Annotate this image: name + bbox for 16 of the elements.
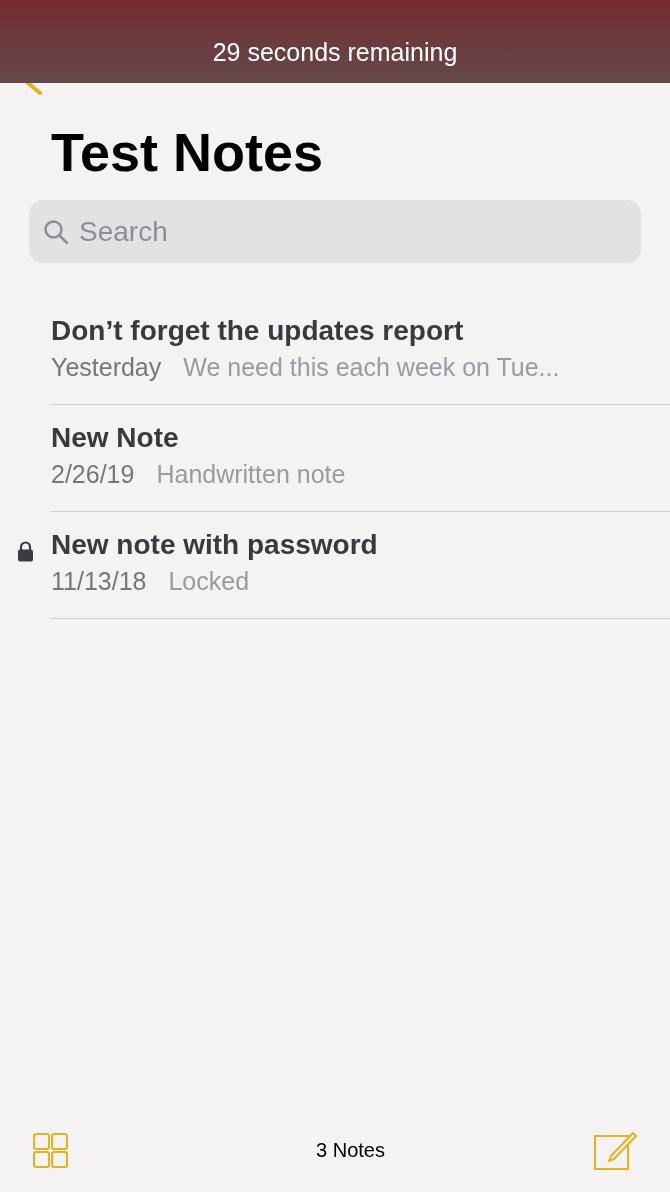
note-title[interactable]: Don’t forget the updates report — [51, 314, 670, 349]
note-date: 11/13/18 — [51, 566, 147, 598]
note-preview: We need this each week on Tue... — [183, 352, 560, 384]
note-date: Yesterday — [51, 352, 162, 384]
note-title[interactable]: New Note — [51, 421, 670, 456]
page-title: Test Notes — [51, 123, 325, 183]
note-preview: Locked — [168, 566, 250, 598]
search-icon — [43, 218, 69, 245]
grid-icon[interactable] — [33, 1132, 68, 1168]
note-date: 2/26/19 — [51, 459, 135, 491]
search-field[interactable]: Search — [29, 200, 641, 264]
search-input[interactable]: Search — [79, 210, 627, 253]
note-title[interactable]: New note with password — [51, 528, 670, 563]
notification-banner: 29 seconds remaining — [0, 0, 670, 83]
note-preview: Handwritten note — [156, 459, 346, 491]
notes-count: 3 Notes — [316, 1138, 385, 1163]
